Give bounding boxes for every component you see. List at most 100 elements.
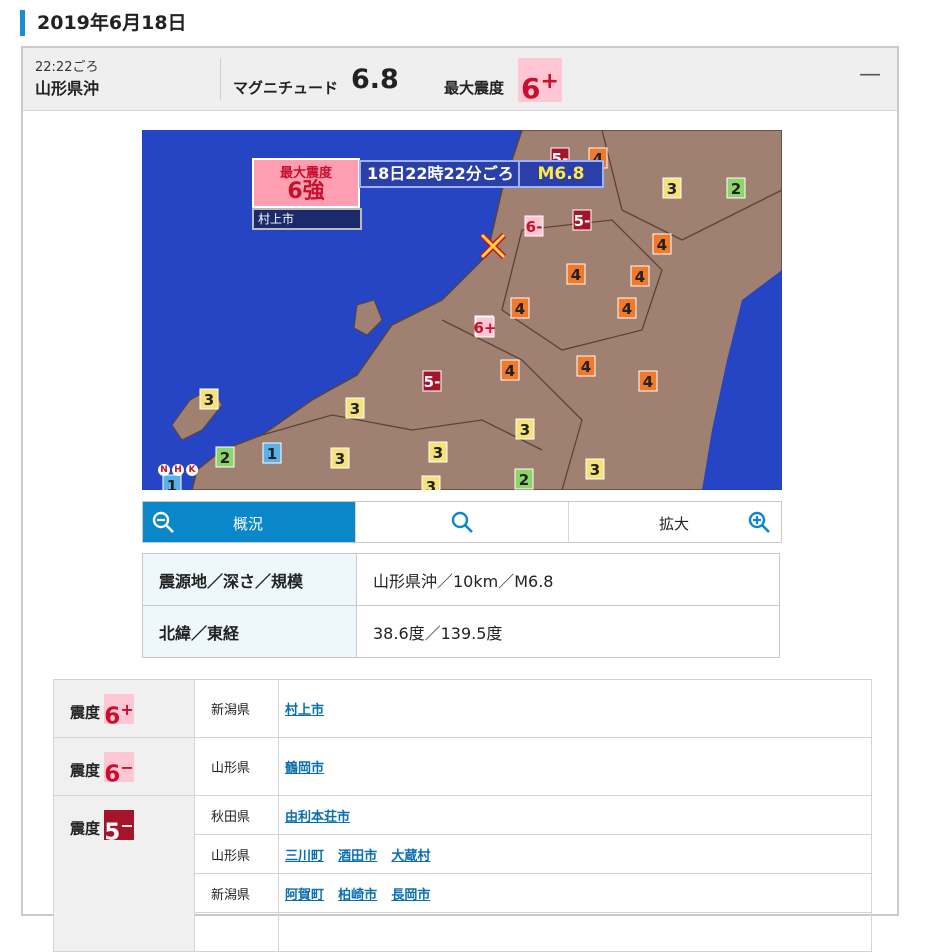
svg-text:3: 3 (667, 180, 677, 198)
svg-text:2: 2 (731, 180, 741, 198)
intensity-marker: 3 (585, 458, 605, 480)
town-link[interactable]: 酒田市 (338, 849, 377, 864)
intensity-marker: 5- (572, 209, 592, 231)
town-link[interactable]: 村上市 (285, 703, 324, 718)
info-value: 山形県沖／10km／M6.8 (356, 553, 780, 606)
intensity-marker: 2 (726, 177, 746, 199)
intensity-marker: 6- (524, 215, 544, 237)
intensity-marker: 2 (215, 446, 235, 468)
quake-place: 山形県沖 (35, 79, 100, 98)
intensity-marker: 3 (199, 388, 219, 410)
intensity-marker: 6+ (473, 316, 497, 338)
map-city-label: 村上市 (252, 208, 362, 230)
svg-text:1: 1 (167, 477, 177, 490)
intensity-level-cell: 震度 6− (53, 737, 195, 796)
quake-panel: 22:22ごろ 山形県沖 マグニチュード 6.8 最大震度 6+ — 5- 4 3 2 (21, 46, 899, 952)
town-list (278, 912, 872, 952)
max-intensity-badge: 6+ (518, 58, 562, 105)
town-link[interactable]: 長岡市 (391, 888, 430, 903)
quake-summary-header[interactable]: 22:22ごろ 山形県沖 マグニチュード 6.8 最大震度 6+ — (23, 48, 897, 111)
intensity-marker: 1 (162, 474, 182, 490)
map-max-intensity-value: 6強 (287, 179, 325, 204)
collapse-button[interactable]: — (859, 62, 881, 87)
intensity-badge-5minus: 5− (104, 810, 135, 846)
hypocenter-info-table: 震源地／深さ／規模 山形県沖／10km／M6.8 北緯／東経 38.6度／139… (142, 553, 780, 658)
intensity-level-cell: 震度 5− (53, 795, 195, 952)
svg-text:6+: 6+ (473, 319, 496, 337)
info-value: 38.6度／139.5度 (356, 605, 780, 658)
intensity-marker: 4 (510, 297, 530, 319)
svg-text:6-: 6- (526, 218, 543, 236)
default-zoom-tab[interactable] (356, 502, 569, 542)
svg-text:4: 4 (643, 373, 653, 391)
svg-text:3: 3 (350, 400, 360, 418)
divider (220, 58, 221, 100)
svg-text:4: 4 (622, 300, 632, 318)
svg-text:2: 2 (220, 449, 230, 467)
prefecture-name: 新潟県 (194, 873, 279, 913)
intensity-marker: 4 (617, 297, 637, 319)
intensity-marker: 3 (515, 418, 535, 440)
prefecture-name: 山形県 (194, 737, 279, 796)
svg-text:3: 3 (204, 391, 214, 409)
intensity-marker: 3 (330, 447, 350, 469)
intensity-label: 震度 (70, 761, 101, 780)
info-row-coordinates: 北緯／東経 38.6度／139.5度 (142, 605, 780, 658)
town-link[interactable]: 鶴岡市 (285, 761, 324, 776)
svg-text:4: 4 (515, 300, 525, 318)
town-list: 三川町 酒田市 大蔵村 (278, 834, 872, 874)
town-link[interactable]: 由利本荘市 (285, 810, 350, 825)
max-intensity-label: 最大震度 (444, 79, 505, 97)
svg-text:3: 3 (520, 421, 530, 439)
intensity-badge-6plus: 6+ (104, 694, 135, 730)
intensity-marker: 1 (262, 442, 282, 464)
intensity-marker: 4 (652, 233, 672, 255)
search-icon (451, 511, 473, 533)
town-link[interactable]: 阿賀町 (285, 888, 324, 903)
town-link[interactable]: 大蔵村 (391, 849, 430, 864)
date-heading: 2019年6月18日 (20, 10, 187, 36)
nhk-logo: NHK (158, 464, 198, 476)
magnitude-value: 6.8 (351, 64, 399, 95)
svg-text:2: 2 (519, 471, 529, 489)
town-link[interactable]: 柏崎市 (338, 888, 377, 903)
info-key: 北緯／東経 (142, 605, 357, 658)
enlarge-label: 拡大 (659, 515, 690, 533)
prefecture-name: 秋田県 (194, 795, 279, 835)
enlarge-tab[interactable]: 拡大 (569, 502, 781, 542)
svg-text:3: 3 (426, 478, 436, 490)
map-max-intensity-box: 最大震度 6強 (252, 158, 360, 208)
intensity-map: 5-4326-5-4444446+4445-33123332331 最大震度 6… (142, 130, 782, 490)
intensity-marker: 4 (500, 359, 520, 381)
intensity-marker: 4 (638, 370, 658, 392)
town-link[interactable]: 三川町 (285, 849, 324, 864)
intensity-marker: 3 (421, 475, 441, 490)
overview-tab[interactable]: 概況 (143, 502, 356, 542)
intensity-marker: 3 (345, 397, 365, 419)
intensity-marker: 4 (630, 265, 650, 287)
max-intensity-modifier: + (540, 69, 559, 94)
intensity-badge-6minus: 6− (104, 752, 135, 788)
svg-text:4: 4 (505, 362, 515, 380)
info-key: 震源地／深さ／規模 (142, 553, 357, 606)
intensity-table: 震度 6+ 新潟県 村上市 震度 6− 山形県 鶴岡市 震度 5− 秋田県 由利本荘市 (53, 679, 872, 952)
intensity-level-cell: 震度 6+ (53, 679, 195, 738)
info-row-hypocenter: 震源地／深さ／規模 山形県沖／10km／M6.8 (142, 553, 780, 606)
svg-text:1: 1 (267, 445, 277, 463)
intensity-row-6plus: 震度 6+ 新潟県 村上市 (53, 679, 872, 738)
svg-text:4: 4 (581, 358, 591, 376)
svg-text:4: 4 (657, 236, 667, 254)
intensity-row-5minus: 震度 5− 秋田県 由利本荘市 (53, 795, 872, 952)
svg-text:4: 4 (571, 266, 581, 284)
svg-text:4: 4 (635, 268, 645, 286)
intensity-row-6minus: 震度 6− 山形県 鶴岡市 (53, 737, 872, 796)
svg-text:5-: 5- (424, 373, 441, 391)
intensity-marker: 4 (566, 263, 586, 285)
map-time-label: 18日22時22分ごろ (359, 160, 529, 188)
intensity-marker: 3 (428, 441, 448, 463)
intensity-marker: 5- (422, 370, 442, 392)
intensity-marker: 2 (514, 468, 534, 490)
intensity-marker: 4 (576, 355, 596, 377)
svg-text:3: 3 (433, 444, 443, 462)
magnitude-label: マグニチュード (233, 79, 339, 97)
